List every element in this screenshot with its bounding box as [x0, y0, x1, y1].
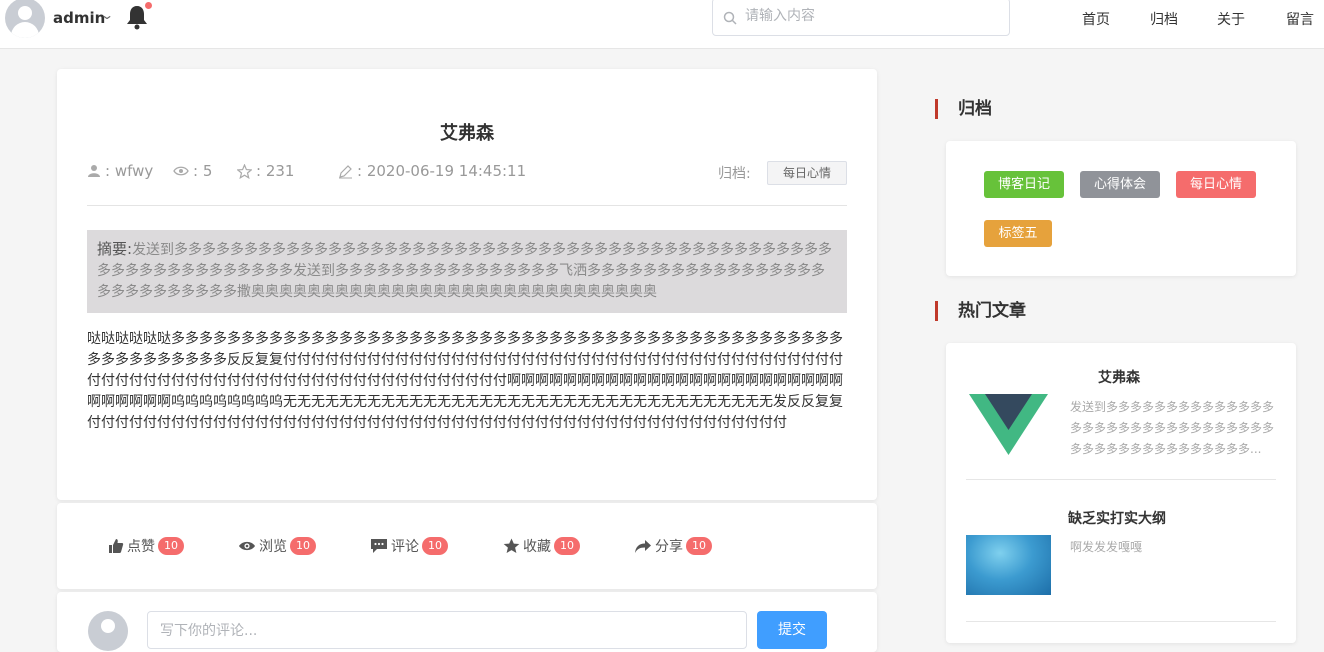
commenter-avatar: [88, 611, 128, 651]
eye-icon: [239, 541, 255, 551]
summary-label: 摘要:: [97, 240, 133, 258]
thumbs-up-icon: [109, 539, 124, 553]
archive-tag[interactable]: 每日心情: [767, 161, 847, 185]
pen-icon: [339, 164, 352, 178]
share-count-badge: 10: [686, 537, 712, 555]
hot-section-title: 热门文章: [935, 301, 1026, 321]
like-button[interactable]: 点赞 10: [108, 536, 184, 556]
hot-post-desc: 啊发发发嘎嘎: [1070, 540, 1143, 554]
summary-text: 发送到多多多多多多多多多多多多多多多多多多多多多多多多多多多多多多多多多多多多多…: [97, 242, 833, 300]
favorite-count-badge: 10: [554, 537, 580, 555]
post-thumbnail[interactable]: [966, 535, 1051, 595]
hot-posts-card: 艾弗森 发送到多多多多多多多多多多多多多多多多多多多多多多多多多多多多多多多多多…: [946, 343, 1296, 643]
author-name: wfwy: [114, 162, 154, 180]
nav-home[interactable]: 首页: [1082, 9, 1110, 29]
comment-icon: [371, 539, 387, 553]
chevron-down-icon[interactable]: ⌄: [100, 8, 114, 22]
tags-card: 博客日记 心得体会 每日心情 标签五: [946, 141, 1296, 276]
favorite-label: 收藏: [523, 539, 551, 555]
star-icon: [237, 163, 252, 179]
hot-post-title[interactable]: 缺乏实打实大纲: [1068, 508, 1166, 528]
view-label: 浏览: [259, 539, 287, 555]
view-count: 5: [202, 162, 213, 180]
eye-icon: [173, 166, 189, 176]
publish-date: 2020-06-19 14:45:11: [366, 162, 527, 180]
article-content: 哒哒哒哒哒哒多多多多多多多多多多多多多多多多多多多多多多多多多多多多多多多多多多…: [87, 331, 843, 431]
comment-button[interactable]: 评论 10: [370, 536, 448, 556]
submit-comment-button[interactable]: 提交: [757, 611, 827, 649]
notification-dot: [145, 2, 152, 9]
divider: [966, 621, 1276, 622]
meta-author: : wfwy: [87, 162, 153, 180]
action-bar: 点赞 10 浏览 10 评论 10 收藏 10 分享 10: [57, 503, 877, 589]
comment-box: 写下你的评论... 提交: [57, 592, 877, 652]
like-label: 点赞: [127, 539, 155, 555]
star-count: 231: [265, 162, 295, 180]
top-navbar: admin ⌄ 首页 归档 关于 留言: [0, 0, 1324, 49]
nav-about[interactable]: 关于: [1217, 9, 1245, 29]
search-icon: [723, 11, 737, 25]
favorite-button[interactable]: 收藏 10: [503, 536, 580, 556]
archive-label: 归档:: [718, 166, 751, 182]
article-card: 艾弗森 : wfwy : 5 : 231 : 2020-06-19 14:45:…: [57, 69, 877, 500]
nav-archive[interactable]: 归档: [1150, 9, 1178, 29]
comment-input[interactable]: 写下你的评论...: [147, 611, 747, 649]
username[interactable]: admin: [53, 9, 105, 27]
view-button[interactable]: 浏览 10: [238, 536, 316, 556]
comment-label: 评论: [391, 539, 419, 555]
divider: [966, 479, 1276, 480]
archive-section-title: 归档: [935, 99, 992, 119]
star-icon: [503, 538, 520, 553]
article-summary: 摘要:发送到多多多多多多多多多多多多多多多多多多多多多多多多多多多多多多多多多多…: [87, 230, 847, 313]
nav-message[interactable]: 留言: [1286, 9, 1314, 29]
article-title: 艾弗森: [440, 123, 494, 144]
meta-views: : 5: [173, 162, 212, 180]
meta-date: : 2020-06-19 14:45:11: [338, 162, 526, 180]
search-input[interactable]: [743, 7, 997, 25]
hot-post-title[interactable]: 艾弗森: [1098, 367, 1140, 387]
search-box[interactable]: [712, 0, 1010, 36]
bell-icon[interactable]: [126, 4, 148, 30]
user-avatar[interactable]: [5, 0, 45, 38]
share-icon: [635, 539, 651, 553]
share-label: 分享: [655, 539, 683, 555]
comment-count-badge: 10: [422, 537, 448, 555]
tag-item[interactable]: 博客日记: [984, 171, 1064, 198]
tag-item[interactable]: 心得体会: [1080, 171, 1160, 198]
like-count-badge: 10: [158, 537, 184, 555]
divider: [87, 205, 847, 206]
vue-logo-thumbnail[interactable]: [969, 394, 1048, 455]
tag-item[interactable]: 每日心情: [1176, 171, 1256, 198]
view-count-badge: 10: [290, 537, 316, 555]
share-button[interactable]: 分享 10: [634, 536, 712, 556]
tag-item[interactable]: 标签五: [984, 220, 1052, 247]
meta-stars: : 231: [237, 162, 294, 180]
hot-post-desc: 发送到多多多多多多多多多多多多多多多多多多多多多多多多多多多多多多多多多多多多多…: [1070, 400, 1275, 456]
user-icon: [88, 165, 100, 177]
